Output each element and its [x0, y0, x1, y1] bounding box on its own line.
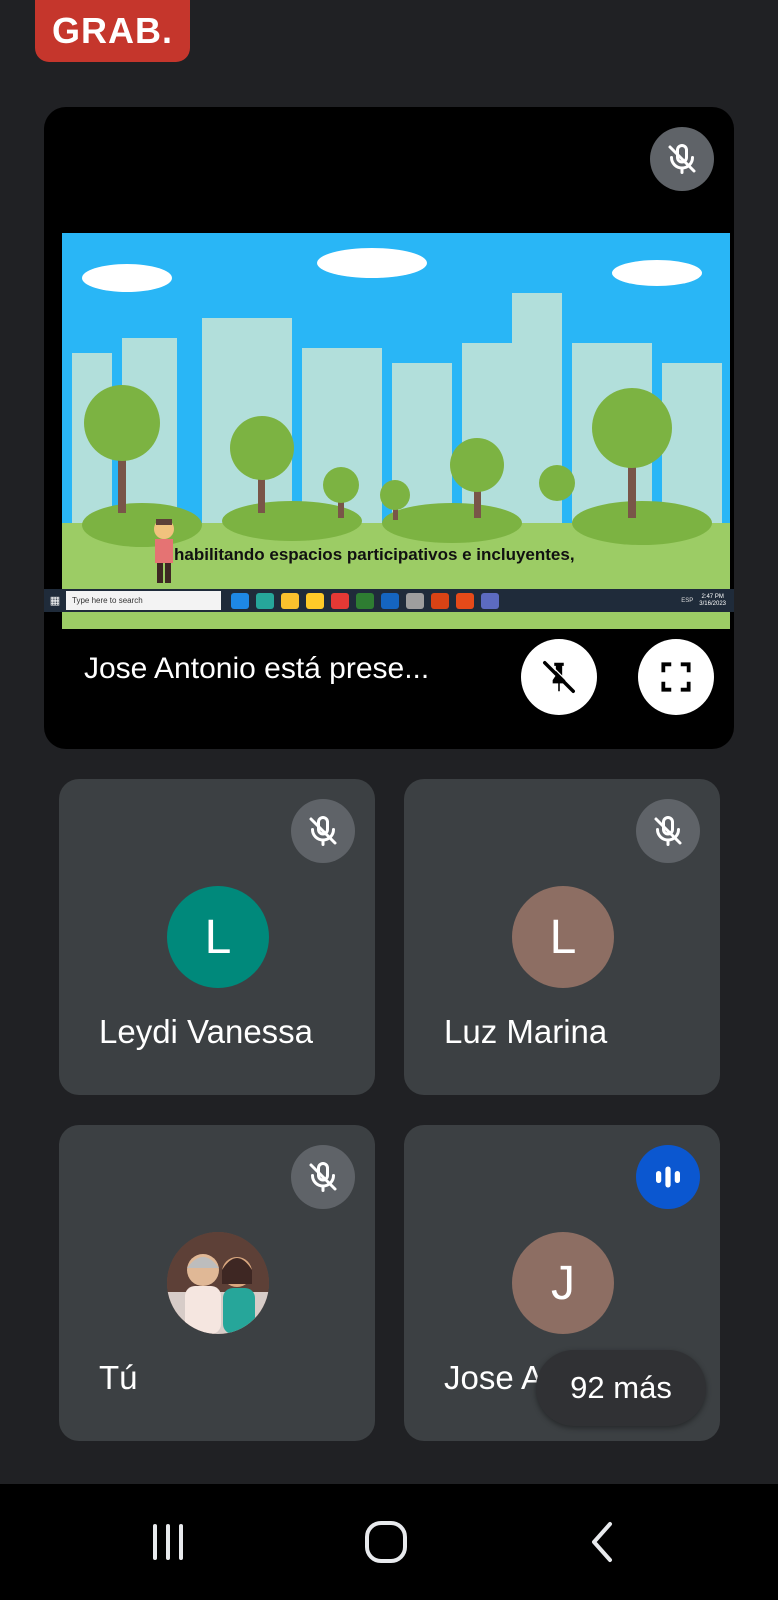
system-tray: ESP 2:47 PM 3/16/2023 — [681, 594, 734, 608]
participant-tile-self[interactable]: Tú — [59, 1125, 375, 1441]
back-icon[interactable] — [574, 1512, 634, 1572]
vscode-icon — [231, 592, 249, 609]
mic-off-icon — [291, 799, 355, 863]
recording-badge: GRAB. — [35, 0, 190, 62]
taskbar-search: Type here to search — [66, 591, 221, 610]
participant-name: Leydi Vanessa — [99, 1013, 314, 1050]
chrome-icon — [331, 592, 349, 609]
avatar: J — [512, 1232, 614, 1334]
participant-name: Tú — [99, 1359, 138, 1396]
excel-icon — [356, 592, 374, 609]
shared-screen: habilitando espacios participativos e in… — [62, 233, 730, 629]
android-navigation-bar — [0, 1484, 778, 1600]
mic-off-icon — [636, 799, 700, 863]
folder-icon — [306, 592, 324, 609]
avatar: L — [512, 886, 614, 988]
audio-level-icon — [636, 1145, 700, 1209]
tray-language: ESP — [681, 597, 694, 604]
taskbar-apps — [231, 592, 499, 609]
word-icon — [381, 592, 399, 609]
mic-off-icon — [650, 127, 714, 191]
presentation-tile[interactable]: habilitando espacios participativos e in… — [44, 107, 734, 749]
participant-tile[interactable]: L Luz Marina — [404, 779, 720, 1095]
tray-date: 3/16/2023 — [699, 600, 726, 607]
more-participants-button[interactable]: 92 más — [536, 1350, 706, 1426]
presenter-label: Jose Antonio está prese... — [84, 652, 430, 685]
powerpoint-icon — [456, 592, 474, 609]
windows-start-icon: ▦ — [49, 595, 61, 607]
tray-clock: 2:47 PM 3/16/2023 — [699, 594, 726, 608]
unpin-icon — [543, 660, 576, 693]
fullscreen-button[interactable] — [638, 639, 714, 715]
edge-icon — [256, 592, 274, 609]
windows-taskbar: ▦ Type here to search ESP 2:47 PM 3/16/2… — [44, 589, 734, 612]
participant-tile[interactable]: L Leydi Vanessa — [59, 779, 375, 1095]
unpin-button[interactable] — [521, 639, 597, 715]
settings-icon — [406, 592, 424, 609]
home-icon[interactable] — [356, 1512, 416, 1572]
media-icon — [481, 592, 499, 609]
mic-off-icon — [291, 1145, 355, 1209]
participant-name: Luz Marina — [444, 1013, 608, 1050]
screen-caption: habilitando espacios participativos e in… — [174, 545, 575, 564]
store-icon — [281, 592, 299, 609]
fullscreen-icon — [661, 662, 691, 692]
office-icon — [431, 592, 449, 609]
avatar: L — [167, 886, 269, 988]
recents-icon[interactable] — [138, 1512, 198, 1572]
avatar-photo — [167, 1232, 269, 1334]
tray-time: 2:47 PM — [701, 593, 724, 600]
